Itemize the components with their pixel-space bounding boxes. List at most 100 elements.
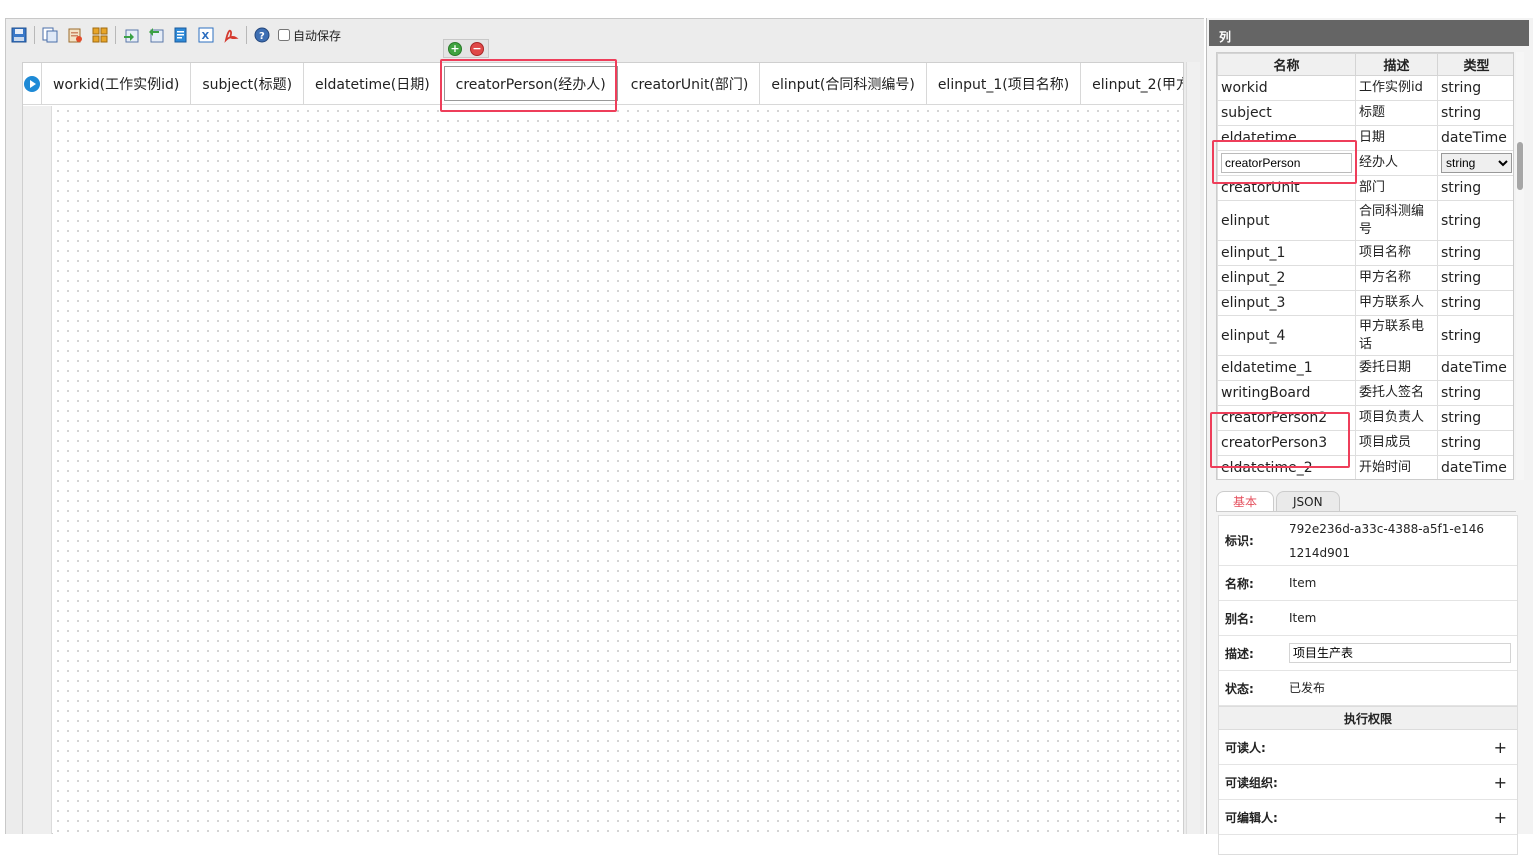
cell-desc[interactable]: 工作实例id: [1355, 75, 1438, 101]
tab-basic[interactable]: 基本: [1216, 491, 1275, 511]
table-row[interactable]: workid 工作实例id string: [1217, 75, 1513, 101]
copy-icon[interactable]: [39, 24, 61, 46]
cell-name[interactable]: elinput: [1217, 200, 1356, 241]
column-header-creatorunit[interactable]: creatorUnit(部门): [620, 63, 761, 104]
cell-desc[interactable]: 甲方联系电话: [1355, 315, 1438, 356]
cell-desc[interactable]: 部门: [1355, 175, 1438, 201]
cell-name[interactable]: elinput_1: [1217, 240, 1356, 266]
remove-column-button[interactable]: −: [470, 41, 484, 56]
cell-type[interactable]: string: [1437, 315, 1513, 356]
prop-alias-row: 别名: Item: [1219, 601, 1517, 636]
cell-type[interactable]: string: [1437, 430, 1513, 456]
cell-name[interactable]: eldatetime: [1217, 125, 1356, 151]
grid-area[interactable]: [53, 106, 1183, 834]
cell-desc[interactable]: 甲方联系人: [1355, 290, 1438, 316]
cell-desc[interactable]: 甲方名称: [1355, 265, 1438, 291]
column-header-creatorperson[interactable]: creatorPerson(经办人): [443, 66, 618, 101]
cell-desc[interactable]: 委托人签名: [1355, 380, 1438, 406]
table-row[interactable]: elinput 合同科测编号 string: [1217, 200, 1513, 241]
scrollbar-thumb[interactable]: [1517, 142, 1523, 190]
cell-desc[interactable]: 开始时间: [1355, 455, 1438, 479]
cell-name[interactable]: creatorUnit: [1217, 175, 1356, 201]
cell-type[interactable]: string: [1437, 265, 1513, 291]
cell-type[interactable]: string: [1437, 200, 1513, 241]
name-edit-input[interactable]: [1221, 153, 1352, 173]
cell-type[interactable]: string: [1437, 100, 1513, 126]
table-row[interactable]: elinput_3 甲方联系人 string: [1217, 290, 1513, 316]
cell-type[interactable]: string: [1437, 175, 1513, 201]
column-header-subject[interactable]: subject(标题): [191, 63, 305, 104]
help-icon[interactable]: ?: [251, 24, 273, 46]
cell-type[interactable]: dateTime: [1437, 355, 1513, 381]
cell-type[interactable]: string: [1437, 405, 1513, 431]
column-header-workid[interactable]: workid(工作实例id): [42, 63, 192, 104]
cell-desc[interactable]: 标题: [1355, 100, 1438, 126]
cell-desc[interactable]: 项目成员: [1355, 430, 1438, 456]
column-header-elinput-2[interactable]: elinput_2(甲方名: [1081, 63, 1183, 104]
table-row[interactable]: eldatetime_1 委托日期 dateTime: [1217, 355, 1513, 381]
run-button[interactable]: [23, 63, 42, 104]
table-row[interactable]: creatorPerson2 项目负责人 string: [1217, 405, 1513, 431]
table-row[interactable]: elinput_1 项目名称 string: [1217, 240, 1513, 266]
header-name[interactable]: 名称: [1217, 53, 1356, 76]
column-header-elinput[interactable]: elinput(合同科测编号): [760, 63, 927, 104]
canvas-scrollbar[interactable]: [1186, 62, 1200, 834]
description-input[interactable]: [1289, 642, 1511, 663]
cell-name[interactable]: eldatetime_1: [1217, 355, 1356, 381]
cell-name[interactable]: elinput_3: [1217, 290, 1356, 316]
cell-desc[interactable]: 经办人: [1355, 150, 1438, 176]
save-icon[interactable]: [8, 24, 30, 46]
table-row[interactable]: creatorPerson3 项目成员 string: [1217, 430, 1513, 456]
add-read-org-button[interactable]: +: [1494, 773, 1507, 792]
cell-type[interactable]: string: [1437, 75, 1513, 101]
cell-name[interactable]: subject: [1217, 100, 1356, 126]
add-column-button[interactable]: +: [448, 41, 462, 56]
table-row[interactable]: eldatetime_2 开始时间 dateTime: [1217, 455, 1513, 479]
layout-icon[interactable]: [89, 24, 111, 46]
cell-name[interactable]: [1217, 150, 1356, 176]
cell-type[interactable]: string: [1437, 240, 1513, 266]
autosave-checkbox[interactable]: 自动保存: [278, 27, 341, 44]
pdf-icon[interactable]: [220, 24, 242, 46]
table-row[interactable]: elinput_2 甲方名称 string: [1217, 265, 1513, 291]
table-row-editing[interactable]: 经办人 string: [1217, 150, 1513, 176]
cell-type[interactable]: dateTime: [1437, 125, 1513, 151]
tab-json[interactable]: JSON: [1276, 491, 1340, 511]
column-header-elinput-1[interactable]: elinput_1(项目名称): [927, 63, 1082, 104]
excel-icon[interactable]: X: [195, 24, 217, 46]
add-read-user-button[interactable]: +: [1494, 738, 1507, 757]
export-icon[interactable]: [145, 24, 167, 46]
header-type[interactable]: 类型: [1437, 53, 1513, 76]
paste-icon[interactable]: [64, 24, 86, 46]
cell-name[interactable]: workid: [1217, 75, 1356, 101]
cell-type[interactable]: string: [1437, 290, 1513, 316]
preview-icon[interactable]: [170, 24, 192, 46]
cell-desc[interactable]: 项目名称: [1355, 240, 1438, 266]
header-desc[interactable]: 描述: [1355, 53, 1438, 76]
cell-desc[interactable]: 合同科测编号: [1355, 200, 1438, 241]
add-edit-user-button[interactable]: +: [1494, 808, 1507, 827]
cell-type[interactable]: string: [1437, 150, 1513, 176]
cell-name[interactable]: eldatetime_2: [1217, 455, 1356, 479]
table-row[interactable]: writingBoard 委托人签名 string: [1217, 380, 1513, 406]
cell-type[interactable]: dateTime: [1437, 455, 1513, 479]
cell-name[interactable]: creatorPerson3: [1217, 430, 1356, 456]
prop-alias-value: Item: [1289, 611, 1317, 625]
cell-desc[interactable]: 项目负责人: [1355, 405, 1438, 431]
table-row[interactable]: subject 标题 string: [1217, 100, 1513, 126]
type-select[interactable]: string: [1441, 153, 1512, 173]
cell-name[interactable]: creatorPerson2: [1217, 405, 1356, 431]
column-header-eldatetime[interactable]: eldatetime(日期): [304, 63, 442, 104]
table-row[interactable]: eldatetime 日期 dateTime: [1217, 125, 1513, 151]
column-table-scrollbar[interactable]: [1516, 52, 1524, 480]
table-row[interactable]: creatorUnit 部门 string: [1217, 175, 1513, 201]
cell-desc[interactable]: 日期: [1355, 125, 1438, 151]
cell-name[interactable]: elinput_4: [1217, 315, 1356, 356]
cell-name[interactable]: writingBoard: [1217, 380, 1356, 406]
table-row[interactable]: elinput_4 甲方联系电话 string: [1217, 315, 1513, 356]
cell-name[interactable]: elinput_2: [1217, 265, 1356, 291]
cell-type[interactable]: string: [1437, 380, 1513, 406]
import-icon[interactable]: [120, 24, 142, 46]
autosave-check-input[interactable]: [278, 29, 290, 41]
cell-desc[interactable]: 委托日期: [1355, 355, 1438, 381]
